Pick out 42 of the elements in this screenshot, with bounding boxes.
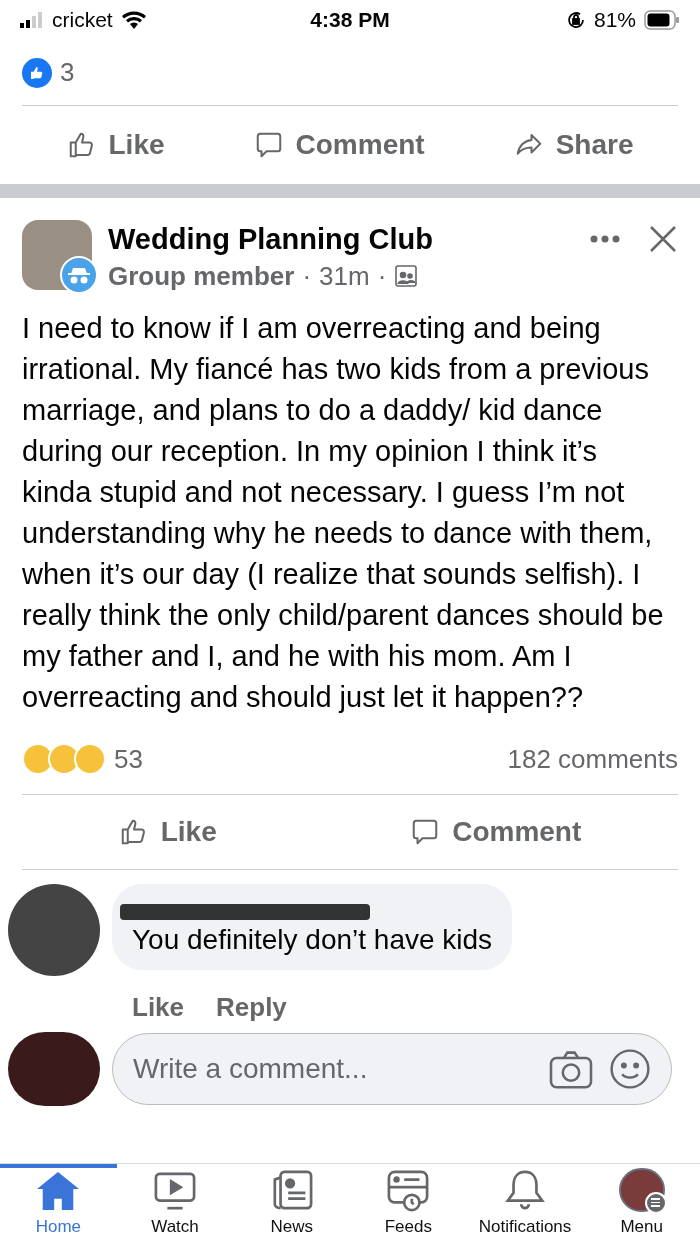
tab-bar-item[interactable]: Watch <box>116 1164 234 1245</box>
author-role: Group member <box>108 260 295 293</box>
comment-text: You definitely don’t have kids <box>132 924 493 955</box>
battery-icon <box>644 10 680 30</box>
reaction-emojis-icon <box>22 743 106 775</box>
battery-percent: 81% <box>593 7 636 34</box>
rotation-lock-icon <box>565 10 586 30</box>
close-icon[interactable] <box>648 224 678 254</box>
reaction-count: 53 <box>114 742 144 776</box>
post-text: I need to know if I am overreacting and being irrational. My fiancé has two kids from a previous marriage, and plans to do a daddy/ kid dance during our reception. In my opinion I think it’s kinda stupid and not necessary. I guess I’m not understanding why he needs to dance with them, when it’s our day (I realize that sounds selfish). I really think the only child/parent dances should be my father and I, and he with his mom. Am I overreacting and should just let it happen?? <box>21 311 665 715</box>
post-action-button[interactable]: Share <box>513 124 634 166</box>
separator-dot: · <box>302 260 312 293</box>
tab-bar-item[interactable]: Home <box>0 1164 117 1245</box>
tab-bar-item[interactable]: Menu <box>583 1164 700 1245</box>
tab-bar-item[interactable]: Feeds <box>350 1164 467 1245</box>
post-action-button[interactable]: Comment <box>253 124 425 166</box>
comment-action-link[interactable]: Reply <box>216 986 287 1028</box>
tab-bar-item[interactable]: News <box>233 1164 350 1245</box>
clock-time: 4:38 PM <box>310 7 390 34</box>
camera-icon[interactable] <box>549 1049 593 1089</box>
comment-count[interactable]: 182 comments <box>507 739 678 779</box>
comment-composer[interactable]: Write a comment... <box>112 1033 672 1105</box>
post-action-button[interactable]: Comment <box>410 811 582 853</box>
tab-bar-item[interactable]: Notifications <box>466 1164 584 1245</box>
separator-dot: · <box>377 260 387 293</box>
comment-input-field[interactable]: Write a comment... <box>133 1048 533 1090</box>
like-reaction-icon <box>22 57 52 88</box>
post-action-button[interactable]: Like <box>118 811 217 853</box>
bell-icon <box>502 1169 548 1212</box>
group-privacy-icon <box>394 264 419 288</box>
profile-avatar-icon <box>618 1168 665 1212</box>
group-name[interactable]: Wedding Planning Club <box>108 220 574 258</box>
smiley-icon[interactable] <box>609 1048 651 1090</box>
post-action-button[interactable]: Like <box>66 124 165 166</box>
comment-action-link[interactable]: Like <box>132 986 185 1028</box>
carrier-name: cricket <box>52 7 113 34</box>
signal-icon <box>20 12 44 28</box>
post-time: 31m <box>319 260 370 293</box>
wifi-icon <box>120 10 147 30</box>
video-player-icon <box>152 1169 198 1212</box>
like-count: 3 <box>60 56 75 89</box>
more-options-icon[interactable] <box>590 235 620 243</box>
